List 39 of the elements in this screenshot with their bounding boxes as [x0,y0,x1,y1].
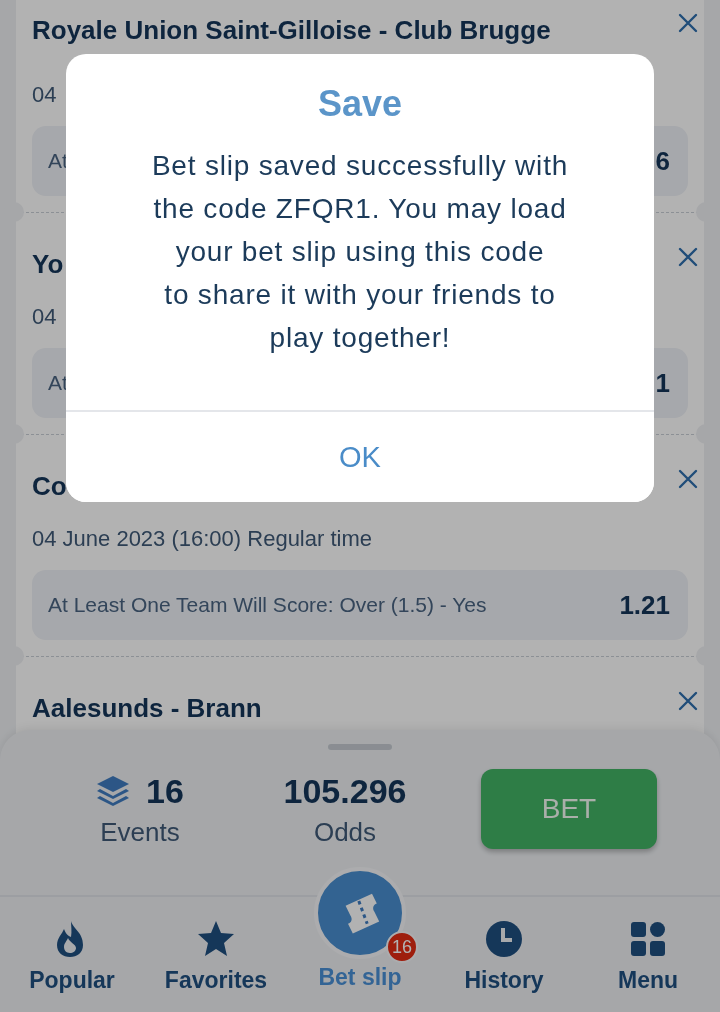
selection-text: At [48,149,68,173]
nav-label: Favorites [164,967,268,994]
clock-icon [484,919,524,959]
match-date: 04 [32,303,57,331]
layers-icon [96,774,131,807]
nav-tab[interactable]: History [432,897,576,1012]
nav-tab[interactable]: Menu [576,897,720,1012]
nav-tab[interactable]: Popular [0,897,144,1012]
odds-value: 6 [655,145,670,177]
nav-label: Menu [617,967,679,994]
star-icon [196,919,236,959]
drag-handle[interactable] [328,744,392,750]
odds-value: 1.21 [619,589,670,621]
match-title: Royale Union Saint-Gilloise - Club Brugge [32,14,551,46]
nav-label: Popular [29,967,115,994]
events-count: 16 [146,770,184,812]
match-title: Aalesunds - Brann [32,692,262,724]
odds-value: 1 [655,367,670,399]
selection-text: At [48,371,68,395]
selection-text: At Least One Team Will Score: Over (1.5) - Yes [48,593,487,617]
close-icon[interactable] [678,469,698,489]
nav-tab[interactable]: Favorites [144,897,288,1012]
close-icon[interactable] [678,247,698,267]
events-label: Events [100,816,180,848]
close-icon[interactable] [678,13,698,33]
match-date: 04 June 2023 (16:00) Regular time [32,525,372,553]
match-date: 04 [32,81,57,109]
dialog-title: Save [317,82,403,126]
dialog-message: Bet slip saved successfully with the code ZFQR1. You may load your bet slip using this code to share it with your friends to play together! [150,149,570,355]
match-title: Yo [32,248,64,280]
nav-label: Bet slip [318,964,402,991]
odds-label: Odds [313,816,377,848]
nav-label: History [464,967,544,994]
ok-button[interactable]: OK [66,410,654,502]
count-badge: 16 [386,931,418,963]
close-icon[interactable] [678,691,698,711]
match-title: Co [32,470,67,502]
grid-icon [628,919,668,959]
total-odds: 105.296 [283,770,407,812]
